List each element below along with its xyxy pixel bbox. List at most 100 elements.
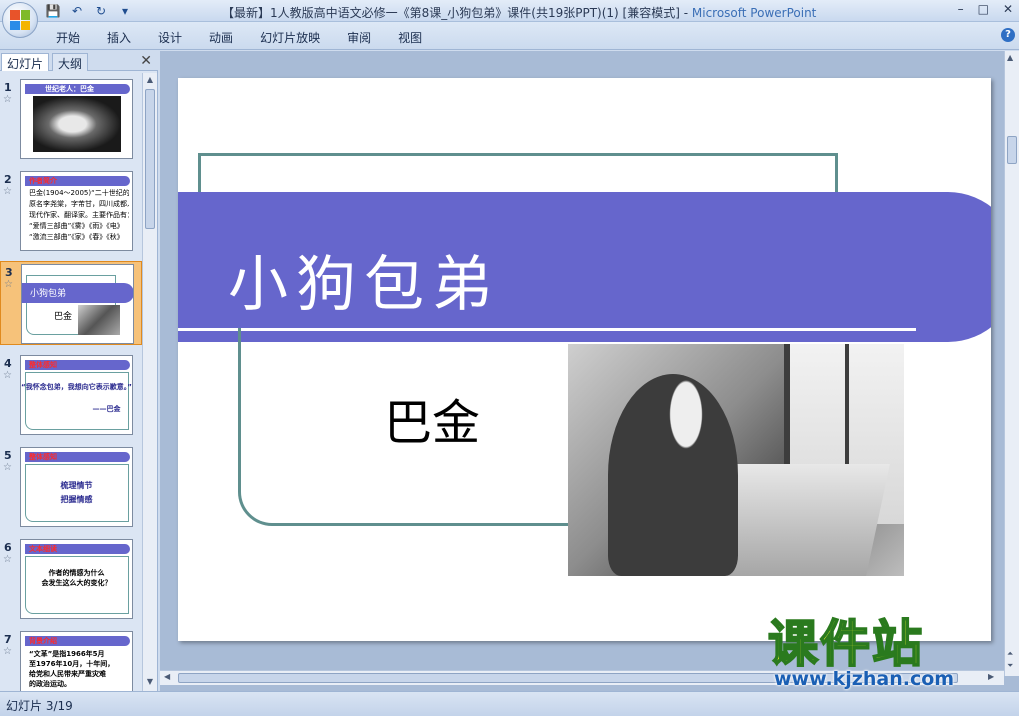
watermark-logo: 课件站 www.kjzhan.com bbox=[767, 615, 1008, 696]
thumbnail-row-6[interactable]: 6 ☆ 文本细读 作者的情感为什么 会发生这么大的变化？ bbox=[0, 537, 142, 621]
thumbnail-band-label: 整体感知 bbox=[29, 361, 57, 369]
minimize-button[interactable]: – bbox=[958, 2, 964, 16]
help-icon[interactable]: ? bbox=[1001, 28, 1015, 42]
tab-slideshow[interactable]: 幻灯片放映 bbox=[260, 29, 320, 46]
tab-outline[interactable]: 大纲 bbox=[52, 53, 89, 71]
thumbnail-text: 至1976年10月，十年间， bbox=[29, 660, 115, 668]
thumbnail-row-7[interactable]: 7 ☆ 背景介绍 “文革”是指1966年5月 至1976年10月，十年间， 给党… bbox=[0, 629, 142, 691]
thumbnail-author: 巴金 bbox=[54, 312, 73, 322]
tab-animation[interactable]: 动画 bbox=[209, 29, 233, 46]
scroll-up-icon[interactable]: ▲ bbox=[144, 75, 156, 87]
undo-icon[interactable]: ↶ bbox=[68, 3, 86, 19]
save-icon[interactable]: 💾 bbox=[44, 3, 62, 19]
scrollbar-thumb[interactable] bbox=[1007, 136, 1017, 164]
thumbnail-text: “爱情三部曲”《雾》《雨》《电》 bbox=[29, 222, 124, 230]
slide-thumbnail[interactable]: 整体感知 梳理情节 把握情感 bbox=[20, 447, 133, 527]
window-controls: – □ ✕ bbox=[958, 2, 1013, 16]
slide-title[interactable]: 小狗包弟 bbox=[228, 236, 500, 323]
slides-panel: 幻灯片 大纲 ✕ 1 ☆ 世纪老人：巴金 2 ☆ 作者简介 巴金(1904～20… bbox=[0, 51, 158, 691]
animation-star-icon: ☆ bbox=[3, 554, 12, 565]
ribbon: 开始 插入 设计 动画 幻灯片放映 审阅 视图 ? bbox=[0, 22, 1019, 50]
thumbnail-band-label: 整体感知 bbox=[29, 453, 57, 461]
quick-access-toolbar: 💾 ↶ ↻ ▾ bbox=[44, 2, 134, 20]
title-bar: 💾 ↶ ↻ ▾ 【最新】1人教版高中语文必修一《第8课_小狗包弟》课件(共19张… bbox=[0, 0, 1019, 38]
customize-qat-icon[interactable]: ▾ bbox=[116, 3, 134, 19]
scrollbar-thumb[interactable] bbox=[145, 89, 155, 229]
tab-insert[interactable]: 插入 bbox=[107, 29, 131, 46]
thumbnail-photo bbox=[78, 305, 120, 335]
slide-thumbnail[interactable]: 小狗包弟 巴金 bbox=[21, 264, 134, 344]
thumbnail-text: 梳理情节 bbox=[60, 481, 93, 490]
author-photo[interactable] bbox=[568, 344, 904, 576]
scroll-left-icon[interactable]: ◀ bbox=[164, 672, 170, 681]
thumbnail-band: 世纪老人：巴金 bbox=[25, 84, 130, 94]
thumbnail-text: ——巴金 bbox=[92, 405, 121, 413]
close-button[interactable]: ✕ bbox=[1003, 2, 1013, 16]
thumbnail-band: 作者简介 bbox=[25, 176, 130, 186]
tab-view[interactable]: 视图 bbox=[398, 29, 422, 46]
thumbnail-band-label: 文本细读 bbox=[29, 545, 57, 553]
current-slide[interactable]: 小狗包弟 巴金 bbox=[178, 78, 991, 641]
animation-star-icon: ☆ bbox=[3, 370, 12, 381]
thumbnail-text: 巴金(1904～2005)“二十世纪的良心” bbox=[29, 189, 129, 197]
animation-star-icon: ☆ bbox=[3, 646, 12, 657]
vertical-scrollbar[interactable]: ▲ ⏶ ⏷ bbox=[1004, 51, 1019, 676]
slide-thumbnail[interactable]: 世纪老人：巴金 bbox=[20, 79, 133, 159]
thumbnail-text: 的政治运动。 bbox=[29, 680, 71, 688]
thumbnail-text: “我怀念包弟，我想向它表示歉意。” bbox=[21, 383, 132, 391]
tab-home[interactable]: 开始 bbox=[56, 29, 80, 46]
slide-thumbnail[interactable]: 文本细读 作者的情感为什么 会发生这么大的变化？ bbox=[20, 539, 133, 619]
animation-star-icon: ☆ bbox=[3, 94, 12, 105]
thumbnail-number: 7 bbox=[4, 633, 12, 646]
portrait-image bbox=[33, 96, 121, 152]
thumbnail-number: 4 bbox=[4, 357, 12, 370]
watermark-brand: 课件站 bbox=[767, 615, 924, 673]
thumbnail-text: 原名李尧棠，字芾甘，四川成都人。 bbox=[29, 200, 129, 208]
animation-star-icon: ☆ bbox=[4, 279, 13, 290]
thumbnail-row-4[interactable]: 4 ☆ 整体感知 “我怀念包弟，我想向它表示歉意。” ——巴金 bbox=[0, 353, 142, 437]
scroll-down-icon[interactable]: ▼ bbox=[144, 677, 156, 689]
thumbnail-row-5[interactable]: 5 ☆ 整体感知 梳理情节 把握情感 bbox=[0, 445, 142, 529]
thumbnail-row-2[interactable]: 2 ☆ 作者简介 巴金(1904～2005)“二十世纪的良心” 原名李尧棠，字芾… bbox=[0, 169, 142, 253]
watermark-url: www.kjzhan.com bbox=[774, 668, 955, 690]
slide-thumbnail[interactable]: 作者简介 巴金(1904～2005)“二十世纪的良心” 原名李尧棠，字芾甘，四川… bbox=[20, 171, 133, 251]
thumbnail-band: 文本细读 bbox=[25, 544, 130, 554]
thumbnail-band-label: 作者简介 bbox=[29, 177, 57, 185]
animation-star-icon: ☆ bbox=[3, 186, 12, 197]
thumbnail-number: 3 bbox=[5, 266, 13, 279]
thumbnail-text: “文革”是指1966年5月 bbox=[29, 650, 105, 658]
tab-review[interactable]: 审阅 bbox=[347, 29, 371, 46]
thumbnail-scrollbar[interactable]: ▲ ▼ bbox=[142, 73, 157, 691]
window-title: 【最新】1人教版高中语文必修一《第8课_小狗包弟》课件(共19张PPT)(1) … bbox=[222, 6, 817, 20]
thumbnail-text: 会发生这么大的变化？ bbox=[41, 579, 112, 587]
redo-icon[interactable]: ↻ bbox=[92, 3, 110, 19]
slide-author[interactable]: 巴金 bbox=[384, 383, 480, 453]
thumbnail-frame bbox=[25, 372, 129, 430]
panel-close-icon[interactable]: ✕ bbox=[140, 53, 152, 69]
thumbnail-text: 给党和人民带来严重灾难 bbox=[29, 670, 106, 678]
office-button[interactable] bbox=[2, 2, 38, 38]
thumbnail-band-label: 小狗包弟 bbox=[30, 289, 67, 299]
thumbnail-number: 5 bbox=[4, 449, 12, 462]
scroll-up-icon[interactable]: ▲ bbox=[1007, 53, 1013, 62]
photo-person bbox=[608, 374, 738, 576]
slide-thumbnail[interactable]: 整体感知 “我怀念包弟，我想向它表示歉意。” ——巴金 bbox=[20, 355, 133, 435]
thumbnail-band: 整体感知 bbox=[25, 452, 130, 462]
thumbnail-number: 6 bbox=[4, 541, 12, 554]
panel-tabs: 幻灯片 大纲 ✕ bbox=[0, 51, 158, 71]
tab-slides[interactable]: 幻灯片 bbox=[1, 53, 50, 71]
thumbnail-number: 2 bbox=[4, 173, 12, 186]
thumbnail-number: 1 bbox=[4, 81, 12, 94]
thumbnail-band-label: 背景介绍 bbox=[29, 637, 57, 645]
thumbnail-text: 把握情感 bbox=[60, 495, 93, 504]
thumbnail-band-label: 世纪老人：巴金 bbox=[45, 85, 94, 93]
tab-design[interactable]: 设计 bbox=[158, 29, 182, 46]
document-title: 【最新】1人教版高中语文必修一《第8课_小狗包弟》课件(共19张PPT)(1) … bbox=[222, 6, 680, 20]
slide-thumbnail[interactable]: 背景介绍 “文革”是指1966年5月 至1976年10月，十年间， 给党和人民带… bbox=[20, 631, 133, 691]
thumbnail-row-1[interactable]: 1 ☆ 世纪老人：巴金 bbox=[0, 77, 142, 161]
thumbnail-text: 现代作家、翻译家。主要作品有： bbox=[29, 211, 129, 219]
app-name: Microsoft PowerPoint bbox=[691, 6, 817, 20]
thumbnail-row-3[interactable]: 3 ☆ 小狗包弟 巴金 bbox=[0, 261, 142, 345]
animation-star-icon: ☆ bbox=[3, 462, 12, 473]
restore-button[interactable]: □ bbox=[978, 2, 989, 16]
